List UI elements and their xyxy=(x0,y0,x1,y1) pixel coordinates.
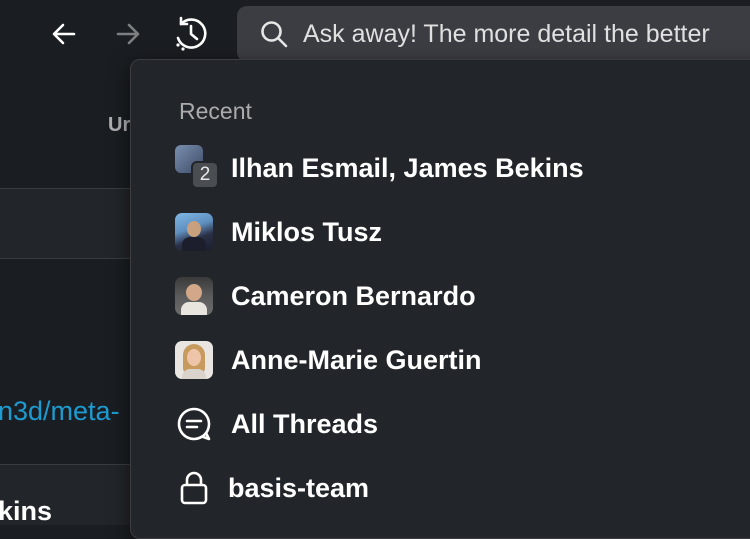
background-header-text: Ur xyxy=(108,114,131,136)
avatar xyxy=(175,277,213,315)
recent-section-label: Recent xyxy=(179,98,252,124)
recent-item-dm[interactable]: Miklos Tusz xyxy=(131,203,731,261)
lock-icon xyxy=(175,469,213,507)
recent-item-dm[interactable]: Anne-Marie Guertin xyxy=(131,331,731,389)
history-clock-icon xyxy=(176,16,207,51)
recent-item-label: All Threads xyxy=(231,408,379,439)
history-dropdown: Recent 2 Ilhan Esmail, James Bekins Mikl… xyxy=(130,59,750,539)
threads-icon xyxy=(175,405,213,443)
background-content xyxy=(0,74,130,525)
background-row xyxy=(0,189,130,258)
group-avatar: 2 xyxy=(175,145,219,191)
arrow-left-icon xyxy=(52,23,76,45)
arrow-right-icon xyxy=(116,23,140,45)
background-name-text: kins xyxy=(0,496,53,526)
recent-item-dm[interactable]: Cameron Bernardo xyxy=(131,267,731,325)
divider xyxy=(0,258,130,259)
search-icon xyxy=(259,19,289,49)
recent-item-channel[interactable]: basis-team xyxy=(131,459,731,517)
avatar xyxy=(175,341,213,379)
search-placeholder: Ask away! The more detail the better xyxy=(303,19,710,48)
forward-button[interactable] xyxy=(108,14,148,54)
recent-item-threads[interactable]: All Threads xyxy=(131,395,731,453)
recent-item-label: Anne-Marie Guertin xyxy=(231,344,482,375)
recent-item-label: Ilhan Esmail, James Bekins xyxy=(231,152,584,183)
background-link[interactable]: n3d/meta- xyxy=(0,396,120,427)
recent-item-label: basis-team xyxy=(228,472,370,503)
search-bar[interactable]: Ask away! The more detail the better xyxy=(237,6,750,62)
history-button[interactable] xyxy=(171,14,211,54)
recent-item-label: Miklos Tusz xyxy=(231,216,383,247)
member-count-badge: 2 xyxy=(191,161,219,189)
back-button[interactable] xyxy=(44,14,84,54)
avatar xyxy=(175,213,213,251)
recent-item-label: Cameron Bernardo xyxy=(231,280,476,311)
recent-item-group-dm[interactable]: 2 Ilhan Esmail, James Bekins xyxy=(131,139,731,197)
